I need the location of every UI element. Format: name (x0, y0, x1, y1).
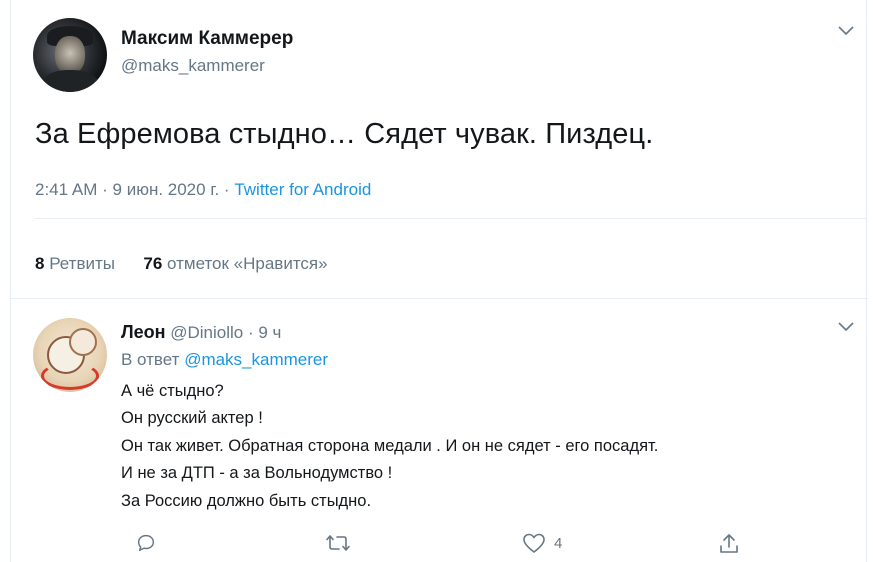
reply-avatar[interactable] (33, 318, 107, 392)
retweets-count: 8 (35, 254, 45, 273)
tweet-meta: 2:41 AM · 9 июн. 2020 г. · Twitter for A… (35, 180, 371, 200)
reply-to-handle-link[interactable]: @maks_kammerer (184, 350, 328, 369)
divider (35, 218, 867, 219)
reply-age[interactable]: · 9 ч (248, 323, 281, 342)
avatar[interactable] (33, 18, 107, 92)
reply-text-line: За Россию должно быть стыдно. (121, 492, 372, 510)
share-icon (717, 532, 741, 556)
reply-text-line: И не за ДТП - а за Вольнодумство ! (121, 464, 393, 482)
tweet-source-link[interactable]: Twitter for Android (234, 180, 371, 199)
reply-text-line: Он русский актер ! (121, 409, 263, 427)
reply-text-line: Он так живет. Обратная сторона медали . … (121, 437, 659, 455)
reply-button[interactable] (135, 532, 157, 554)
reply-text-line: А чё стыдно? (121, 382, 224, 400)
likes-stat[interactable]: 76 отметок «Нравится» (143, 254, 327, 273)
author-name[interactable]: Максим Каммерер (121, 28, 293, 50)
chevron-down-icon[interactable] (837, 24, 855, 42)
chevron-down-icon[interactable] (837, 320, 855, 338)
heart-icon (522, 532, 546, 554)
retweet-icon (325, 532, 351, 554)
meta-separator: · (102, 180, 108, 199)
author-handle[interactable]: @maks_kammerer (121, 56, 265, 76)
reply-header: Леон @Diniollo · 9 ч (121, 322, 281, 343)
retweets-label: Ретвиты (49, 254, 116, 273)
reply-to: В ответ @maks_kammerer (121, 350, 328, 370)
like-count: 4 (554, 534, 563, 552)
like-button[interactable]: 4 (522, 532, 562, 554)
retweets-stat[interactable]: 8 Ретвиты (35, 254, 115, 273)
reply-to-prefix: В ответ (121, 350, 180, 369)
reply-author-handle[interactable]: @Diniollo (170, 323, 243, 342)
tweet-stats: 8 Ретвиты 76 отметок «Нравится» (35, 254, 328, 274)
reply-icon (135, 532, 157, 554)
reply-author-name[interactable]: Леон (121, 322, 166, 342)
likes-count: 76 (143, 254, 163, 273)
tweet-text: За Ефремова стыдно… Сядет чувак. Пиздец. (35, 118, 654, 150)
retweet-button[interactable] (325, 532, 351, 554)
likes-label: отметок «Нравится» (167, 254, 328, 273)
tweet-thread: Максим Каммерер @maks_kammerer За Ефремо… (10, 0, 868, 562)
divider (11, 298, 868, 299)
tweet-time[interactable]: 2:41 AM (35, 180, 97, 199)
tweet-date[interactable]: 9 июн. 2020 г. (113, 180, 220, 199)
meta-separator: · (223, 180, 230, 199)
share-button[interactable] (717, 532, 741, 556)
